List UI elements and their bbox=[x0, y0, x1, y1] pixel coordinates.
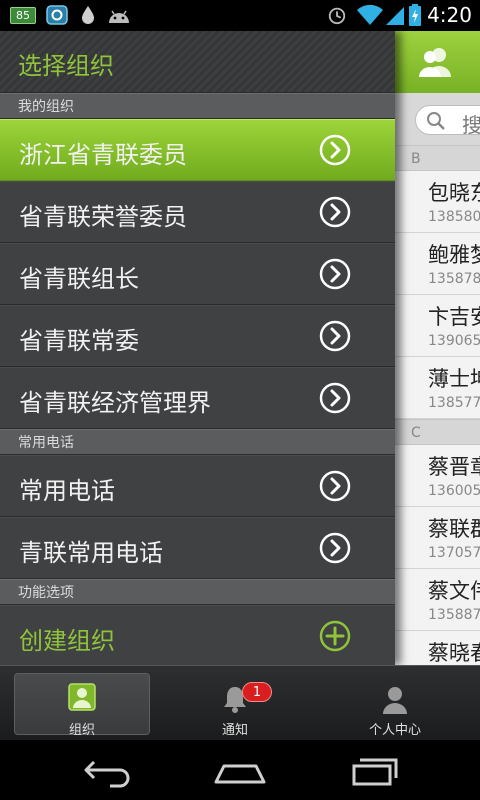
tab-personal-center[interactable]: 个人中心 bbox=[330, 666, 460, 741]
contact-phone: 137057 bbox=[428, 545, 480, 561]
status-bar: 85 4:20 bbox=[0, 0, 480, 31]
phone-item[interactable]: 青联常用电话 bbox=[0, 517, 395, 579]
contact-name: 蔡晋章 bbox=[428, 455, 480, 479]
org-item[interactable]: 省青联常委 bbox=[0, 305, 395, 367]
contact-row[interactable]: 蔡文伟 135887 bbox=[395, 569, 480, 631]
search-placeholder: 搜 bbox=[462, 113, 480, 137]
home-icon[interactable] bbox=[212, 752, 268, 788]
bottom-tab-bar: 组织 1 通知 个人中心 bbox=[0, 665, 480, 740]
contact-row[interactable]: 蔡联群 137057 bbox=[395, 507, 480, 569]
contact-name: 蔡晓春 bbox=[428, 641, 480, 665]
chevron-right-circle-icon bbox=[319, 258, 351, 290]
contact-name: 蔡联群 bbox=[428, 517, 480, 541]
org-item-label: 省青联常委 bbox=[19, 327, 139, 355]
section-letter: B bbox=[395, 145, 480, 171]
org-item-label: 省青联经济管理界 bbox=[19, 389, 211, 417]
create-organization-label: 创建组织 bbox=[19, 627, 115, 655]
organization-icon bbox=[68, 683, 96, 711]
org-item[interactable]: 省青联经济管理界 bbox=[0, 367, 395, 429]
chat-icon bbox=[46, 5, 68, 25]
chevron-right-circle-icon bbox=[319, 134, 351, 166]
notification-badge: 1 bbox=[242, 682, 272, 702]
org-item[interactable]: 省青联组长 bbox=[0, 243, 395, 305]
contacts-search-input[interactable]: 搜 bbox=[415, 105, 480, 137]
contacts-header bbox=[395, 31, 480, 93]
tab-organization[interactable]: 组织 bbox=[14, 666, 150, 741]
drawer-header: 选择组织 bbox=[0, 31, 395, 93]
section-header: 常用电话 bbox=[0, 429, 395, 455]
phone-item[interactable]: 常用电话 bbox=[0, 455, 395, 517]
contact-name: 包晓东 bbox=[428, 181, 480, 205]
contact-phone: 138580 bbox=[428, 209, 480, 225]
chevron-right-circle-icon bbox=[319, 470, 351, 502]
org-item[interactable]: 省青联荣誉委员 bbox=[0, 181, 395, 243]
contact-row[interactable]: 薄士坤 138577 bbox=[395, 357, 480, 419]
contact-phone: 138577 bbox=[428, 395, 480, 411]
contact-phone: 135878 bbox=[428, 271, 480, 287]
recent-apps-icon[interactable] bbox=[350, 752, 400, 788]
contact-row[interactable]: 鲍雅梦 135878 bbox=[395, 233, 480, 295]
search-icon bbox=[427, 112, 445, 130]
organization-drawer: 选择组织 我的组织 浙江省青联委员 省青联荣誉委员 省青联组长 省青联常委 省青… bbox=[0, 31, 395, 665]
chevron-right-circle-icon bbox=[319, 532, 351, 564]
tab-notifications[interactable]: 1 通知 bbox=[170, 666, 300, 741]
contacts-search-bar: 搜 bbox=[395, 93, 480, 145]
alarm-icon bbox=[328, 7, 346, 25]
contacts-panel: 搜 B 包晓东 138580 鲍雅梦 135878 卞吉安 139065 薄士坤… bbox=[395, 31, 480, 665]
chevron-right-circle-icon bbox=[319, 196, 351, 228]
org-item-label: 浙江省青联委员 bbox=[19, 141, 187, 169]
contact-phone: 139065 bbox=[428, 333, 480, 349]
chevron-right-circle-icon bbox=[319, 382, 351, 414]
plus-circle-icon bbox=[319, 620, 351, 652]
tab-label: 组织 bbox=[68, 723, 95, 738]
contact-row[interactable]: 蔡晋章 136005 bbox=[395, 445, 480, 507]
tab-label: 通知 bbox=[221, 723, 248, 738]
drop-icon bbox=[82, 6, 94, 24]
system-nav-bar bbox=[0, 740, 480, 800]
contact-name: 蔡文伟 bbox=[428, 579, 480, 603]
battery-icon bbox=[409, 4, 421, 26]
phone-item-label: 常用电话 bbox=[19, 477, 115, 505]
contact-name: 卞吉安 bbox=[428, 305, 480, 329]
contact-name: 鲍雅梦 bbox=[428, 243, 480, 267]
wifi-icon bbox=[357, 5, 383, 25]
person-icon bbox=[383, 687, 407, 714]
chevron-right-circle-icon bbox=[319, 320, 351, 352]
org-item-label: 省青联组长 bbox=[19, 265, 139, 293]
org-item-selected[interactable]: 浙江省青联委员 bbox=[0, 119, 395, 181]
battery-badge-icon: 85 bbox=[10, 7, 36, 24]
clock-time: 4:20 bbox=[427, 3, 472, 27]
section-letter: C bbox=[395, 419, 480, 445]
contact-row[interactable]: 卞吉安 139065 bbox=[395, 295, 480, 357]
drawer-title: 选择组织 bbox=[18, 52, 114, 80]
section-header: 我的组织 bbox=[0, 93, 395, 119]
contacts-icon[interactable] bbox=[417, 45, 453, 79]
signal-icon bbox=[386, 7, 404, 25]
org-item-label: 省青联荣誉委员 bbox=[19, 203, 187, 231]
create-organization-button[interactable]: 创建组织 bbox=[0, 605, 395, 665]
contact-row[interactable]: 包晓东 138580 bbox=[395, 171, 480, 233]
phone-item-label: 青联常用电话 bbox=[19, 539, 163, 567]
android-icon bbox=[109, 10, 129, 23]
contact-phone: 135887 bbox=[428, 607, 480, 623]
contact-phone: 136005 bbox=[428, 483, 480, 499]
back-icon[interactable] bbox=[80, 752, 134, 788]
section-header: 功能选项 bbox=[0, 579, 395, 605]
tab-label: 个人中心 bbox=[368, 723, 421, 738]
contact-row[interactable]: 蔡晓春 135857 bbox=[395, 631, 480, 665]
contact-name: 薄士坤 bbox=[428, 367, 480, 391]
